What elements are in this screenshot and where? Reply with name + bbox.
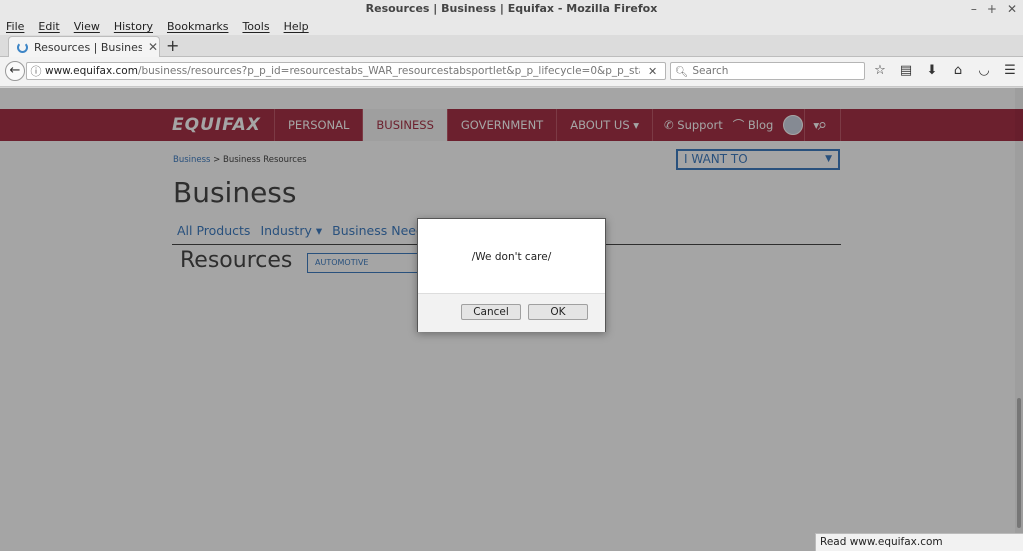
menu-tools[interactable]: Tools	[242, 18, 269, 35]
window-titlebar: Resources | Business | Equifax - Mozilla…	[0, 0, 1023, 18]
ok-button[interactable]: OK	[528, 304, 588, 320]
home-icon[interactable]: ⌂	[950, 63, 966, 78]
toolbar-icons: ☆ ▤ ⬇ ⌂ ◡ ☰	[872, 63, 1018, 78]
tab-title: Resources | Business | Equifax	[34, 40, 142, 54]
loading-spinner-icon	[17, 41, 28, 53]
search-placeholder: Search	[692, 65, 729, 77]
url-bar[interactable]: ⓘ www.equifax.com/business/resources?p_p…	[26, 62, 666, 80]
close-tab-icon[interactable]: ✕	[148, 40, 158, 54]
page-scrollbar[interactable]	[1015, 88, 1023, 533]
menu-icon[interactable]: ☰	[1002, 63, 1018, 78]
menu-bookmarks[interactable]: Bookmarks	[167, 18, 228, 35]
minimize-button[interactable]: –	[971, 0, 977, 18]
status-bar: Read www.equifax.com	[815, 533, 1023, 551]
url-path: /business/resources?p_p_id=resourcestabs…	[137, 65, 640, 77]
reading-list-icon[interactable]: ▤	[898, 63, 914, 78]
bookmark-star-icon[interactable]: ☆	[872, 63, 888, 78]
back-button[interactable]: ←	[5, 61, 25, 81]
menu-edit[interactable]: Edit	[38, 18, 59, 35]
menu-bar: File Edit View History Bookmarks Tools H…	[0, 18, 1023, 35]
clear-url-icon[interactable]: ✕	[648, 65, 657, 78]
menu-help[interactable]: Help	[284, 18, 309, 35]
url-domain: www.equifax.com	[45, 65, 138, 77]
menu-history[interactable]: History	[114, 18, 153, 35]
pocket-icon[interactable]: ◡	[976, 63, 992, 78]
tab-strip: Resources | Business | Equifax ✕ +	[0, 35, 1023, 57]
search-field[interactable]: 🔍︎ Search	[670, 62, 865, 80]
dialog-footer: Cancel OK	[418, 293, 605, 332]
window-controls: – + ✕	[971, 0, 1017, 18]
cancel-button[interactable]: Cancel	[461, 304, 521, 320]
navigation-toolbar: ← ⓘ www.equifax.com/business/resources?p…	[0, 57, 1023, 87]
dialog-message: /We don't care/	[471, 251, 552, 263]
window-title: Resources | Business | Equifax - Mozilla…	[365, 2, 658, 15]
site-info-icon[interactable]: ⓘ	[27, 63, 45, 79]
download-icon[interactable]: ⬇	[924, 63, 940, 78]
menu-file[interactable]: File	[6, 18, 24, 35]
maximize-button[interactable]: +	[987, 0, 997, 18]
close-window-button[interactable]: ✕	[1007, 0, 1017, 18]
url-text[interactable]: www.equifax.com/business/resources?p_p_i…	[45, 65, 640, 77]
new-tab-button[interactable]: +	[166, 35, 179, 57]
alert-dialog: /We don't care/ Cancel OK	[417, 218, 606, 332]
browser-tab[interactable]: Resources | Business | Equifax ✕	[8, 36, 160, 57]
search-icon: 🔍︎	[675, 65, 689, 78]
scrollbar-thumb[interactable]	[1017, 398, 1021, 528]
menu-view[interactable]: View	[74, 18, 100, 35]
